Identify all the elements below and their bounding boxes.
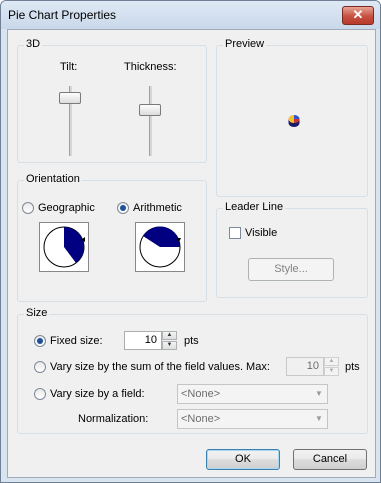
- stepper-down-icon[interactable]: ▼: [324, 367, 339, 376]
- stepper-up-icon[interactable]: ▲: [324, 357, 339, 366]
- orientation-label: Orientation: [24, 173, 82, 185]
- vary-sum-radio[interactable]: [34, 361, 46, 373]
- group-size: Size Fixed size: 10 ▲ ▼ pts Vary size by…: [17, 307, 368, 434]
- vary-sum-max-input[interactable]: 10: [286, 357, 324, 376]
- vary-field-label[interactable]: Vary size by a field:: [50, 388, 145, 400]
- window-title: Pie Chart Properties: [8, 8, 117, 22]
- arithmetic-label[interactable]: Arithmetic: [133, 202, 182, 214]
- vary-sum-max-stepper[interactable]: ▲ ▼: [324, 357, 339, 376]
- title-bar[interactable]: Pie Chart Properties ✕: [1, 1, 380, 29]
- field-select[interactable]: <None> ▼: [177, 384, 328, 404]
- style-button[interactable]: Style...: [248, 258, 334, 281]
- dialog-window: Pie Chart Properties ✕ 3D Tilt: Thicknes…: [0, 0, 381, 483]
- geographic-diagram: [39, 222, 89, 272]
- fixed-size-radio[interactable]: [34, 335, 46, 347]
- field-select-value: <None>: [181, 388, 221, 400]
- normalization-select-value: <None>: [181, 413, 221, 425]
- geographic-label[interactable]: Geographic: [38, 202, 95, 214]
- fixed-size-unit: pts: [184, 335, 199, 347]
- group-3d-label: 3D: [24, 38, 43, 50]
- close-button[interactable]: ✕: [342, 6, 374, 25]
- visible-checkbox[interactable]: [229, 227, 241, 239]
- geographic-radio[interactable]: [22, 202, 34, 214]
- tilt-label: Tilt:: [60, 61, 78, 73]
- stepper-up-icon[interactable]: ▲: [162, 331, 177, 340]
- group-orientation: Orientation Geographic Arithmetic: [17, 173, 207, 302]
- cancel-button[interactable]: Cancel: [293, 449, 367, 470]
- tilt-slider-thumb[interactable]: [59, 92, 81, 104]
- fixed-size-input[interactable]: 10: [124, 331, 162, 350]
- vary-field-radio[interactable]: [34, 388, 46, 400]
- ok-button[interactable]: OK: [206, 449, 280, 470]
- thickness-slider-track[interactable]: [149, 86, 152, 156]
- group-leader-line: Leader Line Visible Style...: [216, 201, 368, 298]
- fixed-size-stepper[interactable]: ▲ ▼: [162, 331, 177, 350]
- group-3d: 3D Tilt: Thickness:: [17, 38, 207, 163]
- arithmetic-diagram: [135, 222, 185, 272]
- thickness-label: Thickness:: [124, 61, 177, 73]
- vary-sum-unit: pts: [345, 361, 360, 373]
- thickness-slider-thumb[interactable]: [139, 104, 161, 116]
- chevron-down-icon[interactable]: ▼: [311, 410, 327, 428]
- stepper-down-icon[interactable]: ▼: [162, 341, 177, 350]
- normalization-label: Normalization:: [78, 413, 149, 425]
- preview-pie-icon: [288, 115, 300, 127]
- arithmetic-radio[interactable]: [117, 202, 129, 214]
- preview-label: Preview: [223, 38, 267, 50]
- dialog-body: 3D Tilt: Thickness: Preview Orientation …: [7, 29, 376, 478]
- leader-line-label: Leader Line: [223, 201, 286, 213]
- chevron-down-icon[interactable]: ▼: [311, 385, 327, 403]
- visible-label[interactable]: Visible: [245, 227, 277, 239]
- normalization-select[interactable]: <None> ▼: [177, 409, 328, 429]
- size-label: Size: [24, 307, 50, 319]
- group-preview: Preview: [216, 38, 368, 197]
- fixed-size-label[interactable]: Fixed size:: [50, 335, 103, 347]
- vary-sum-label[interactable]: Vary size by the sum of the field values…: [50, 361, 270, 373]
